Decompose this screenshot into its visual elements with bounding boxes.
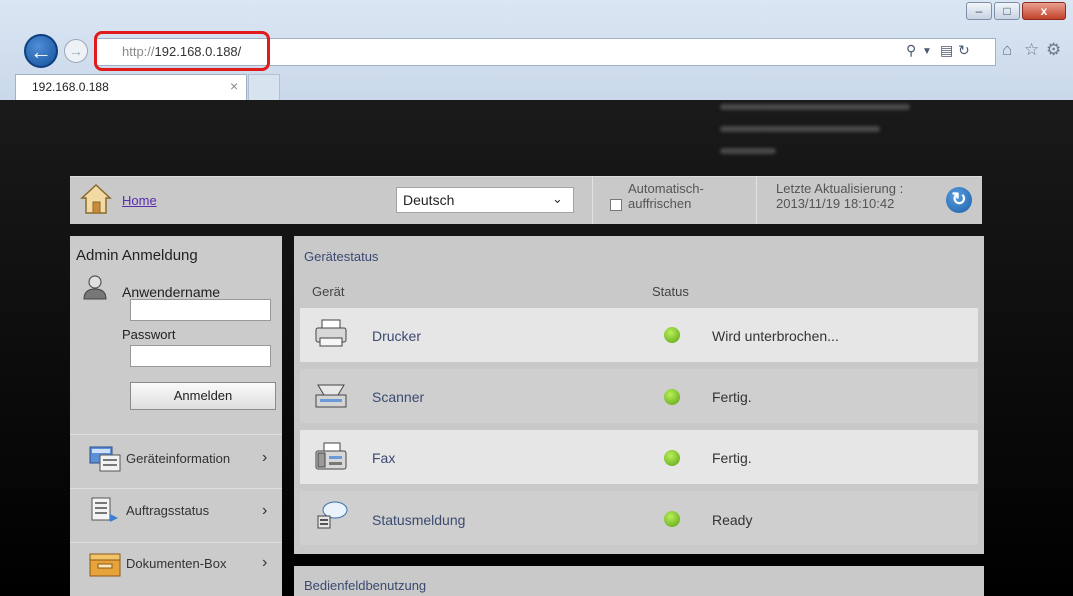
username-label: Anwendername — [122, 284, 221, 300]
device-status-text: Wird unterbrochen... — [712, 328, 839, 344]
status-indicator-icon — [664, 511, 680, 527]
tab-title: 192.168.0.188 — [32, 80, 109, 94]
device-name: Drucker — [372, 328, 422, 344]
password-label: Passwort — [122, 327, 176, 342]
device-name: Fax — [372, 450, 396, 466]
blurred-text — [720, 126, 880, 132]
printer-icon — [315, 319, 347, 347]
login-button[interactable]: Anmelden — [130, 382, 276, 410]
minimize-button[interactable]: – — [966, 2, 992, 20]
chevron-right-icon[interactable]: › — [262, 449, 267, 467]
device-status-title: Gerätestatus — [304, 249, 379, 264]
device-status-text: Ready — [712, 512, 753, 528]
column-header-status: Status — [652, 284, 689, 299]
sidebar-item-label: Auftragsstatus — [126, 503, 210, 518]
device-info-icon — [89, 446, 121, 472]
status-indicator-icon — [664, 450, 680, 466]
search-icon[interactable]: ⚲ — [906, 42, 916, 59]
address-highlight-box — [94, 31, 270, 71]
sidebar-item-label: Dokumenten-Box — [126, 556, 227, 571]
divider — [592, 176, 593, 224]
language-select[interactable]: Deutsch — [396, 187, 574, 213]
status-indicator-icon — [664, 389, 680, 405]
home-link[interactable]: Home — [122, 193, 157, 208]
last-update-time: 2013/11/19 18:10:42 — [776, 196, 895, 211]
maximize-button[interactable]: □ — [994, 2, 1020, 20]
table-row — [300, 430, 978, 484]
divider — [756, 176, 757, 224]
scanner-icon — [315, 384, 347, 408]
auto-refresh-line1: Automatisch- — [628, 181, 704, 196]
device-status-text: Fertig. — [712, 450, 752, 466]
tab-close-icon[interactable]: × — [230, 78, 238, 94]
chevron-right-icon[interactable]: › — [262, 502, 267, 520]
chevron-down-icon[interactable]: ⌄ — [552, 191, 563, 207]
compatibility-icon[interactable]: ▤ — [940, 42, 953, 59]
status-indicator-icon — [664, 327, 680, 343]
column-header-device: Gerät — [312, 284, 345, 299]
refresh-icon[interactable]: ↻ — [958, 42, 970, 59]
home-icon[interactable] — [80, 183, 112, 215]
sidebar-item-label: Geräteinformation — [126, 451, 231, 466]
new-tab-button[interactable] — [248, 74, 280, 100]
auto-refresh-checkbox[interactable] — [610, 199, 622, 211]
device-status-text: Fertig. — [712, 389, 752, 405]
status-message-icon — [317, 501, 348, 529]
user-icon — [83, 275, 107, 300]
dropdown-arrow-icon[interactable]: ▼ — [922, 46, 932, 57]
home-toolbar-icon[interactable]: ⌂ — [1002, 40, 1012, 60]
back-button[interactable]: ← — [24, 34, 58, 68]
favorites-icon[interactable]: ☆ — [1024, 40, 1039, 60]
chevron-right-icon[interactable]: › — [262, 554, 267, 572]
admin-login-title: Admin Anmeldung — [76, 247, 198, 264]
refresh-button[interactable]: ↻ — [946, 187, 972, 213]
document-box-icon — [89, 553, 121, 577]
device-name: Scanner — [372, 389, 425, 405]
last-update-label: Letzte Aktualisierung : — [776, 181, 904, 196]
blurred-text — [720, 104, 910, 110]
blurred-text — [720, 148, 776, 154]
fax-icon — [315, 442, 347, 470]
forward-button[interactable]: → — [64, 39, 88, 63]
username-input[interactable] — [130, 299, 271, 321]
panel-usage-title: Bedienfeldbenutzung — [304, 578, 427, 593]
last-update: Letzte Aktualisierung : 2013/11/19 18:10… — [776, 181, 946, 211]
close-window-button[interactable]: x — [1022, 2, 1066, 20]
job-status-icon — [91, 497, 118, 522]
auto-refresh-label: Automatisch- auffrischen — [628, 181, 728, 211]
gear-icon[interactable]: ⚙ — [1046, 40, 1061, 60]
auto-refresh-line2: auffrischen — [628, 196, 692, 211]
password-input[interactable] — [130, 345, 271, 367]
device-name: Statusmeldung — [372, 512, 466, 528]
